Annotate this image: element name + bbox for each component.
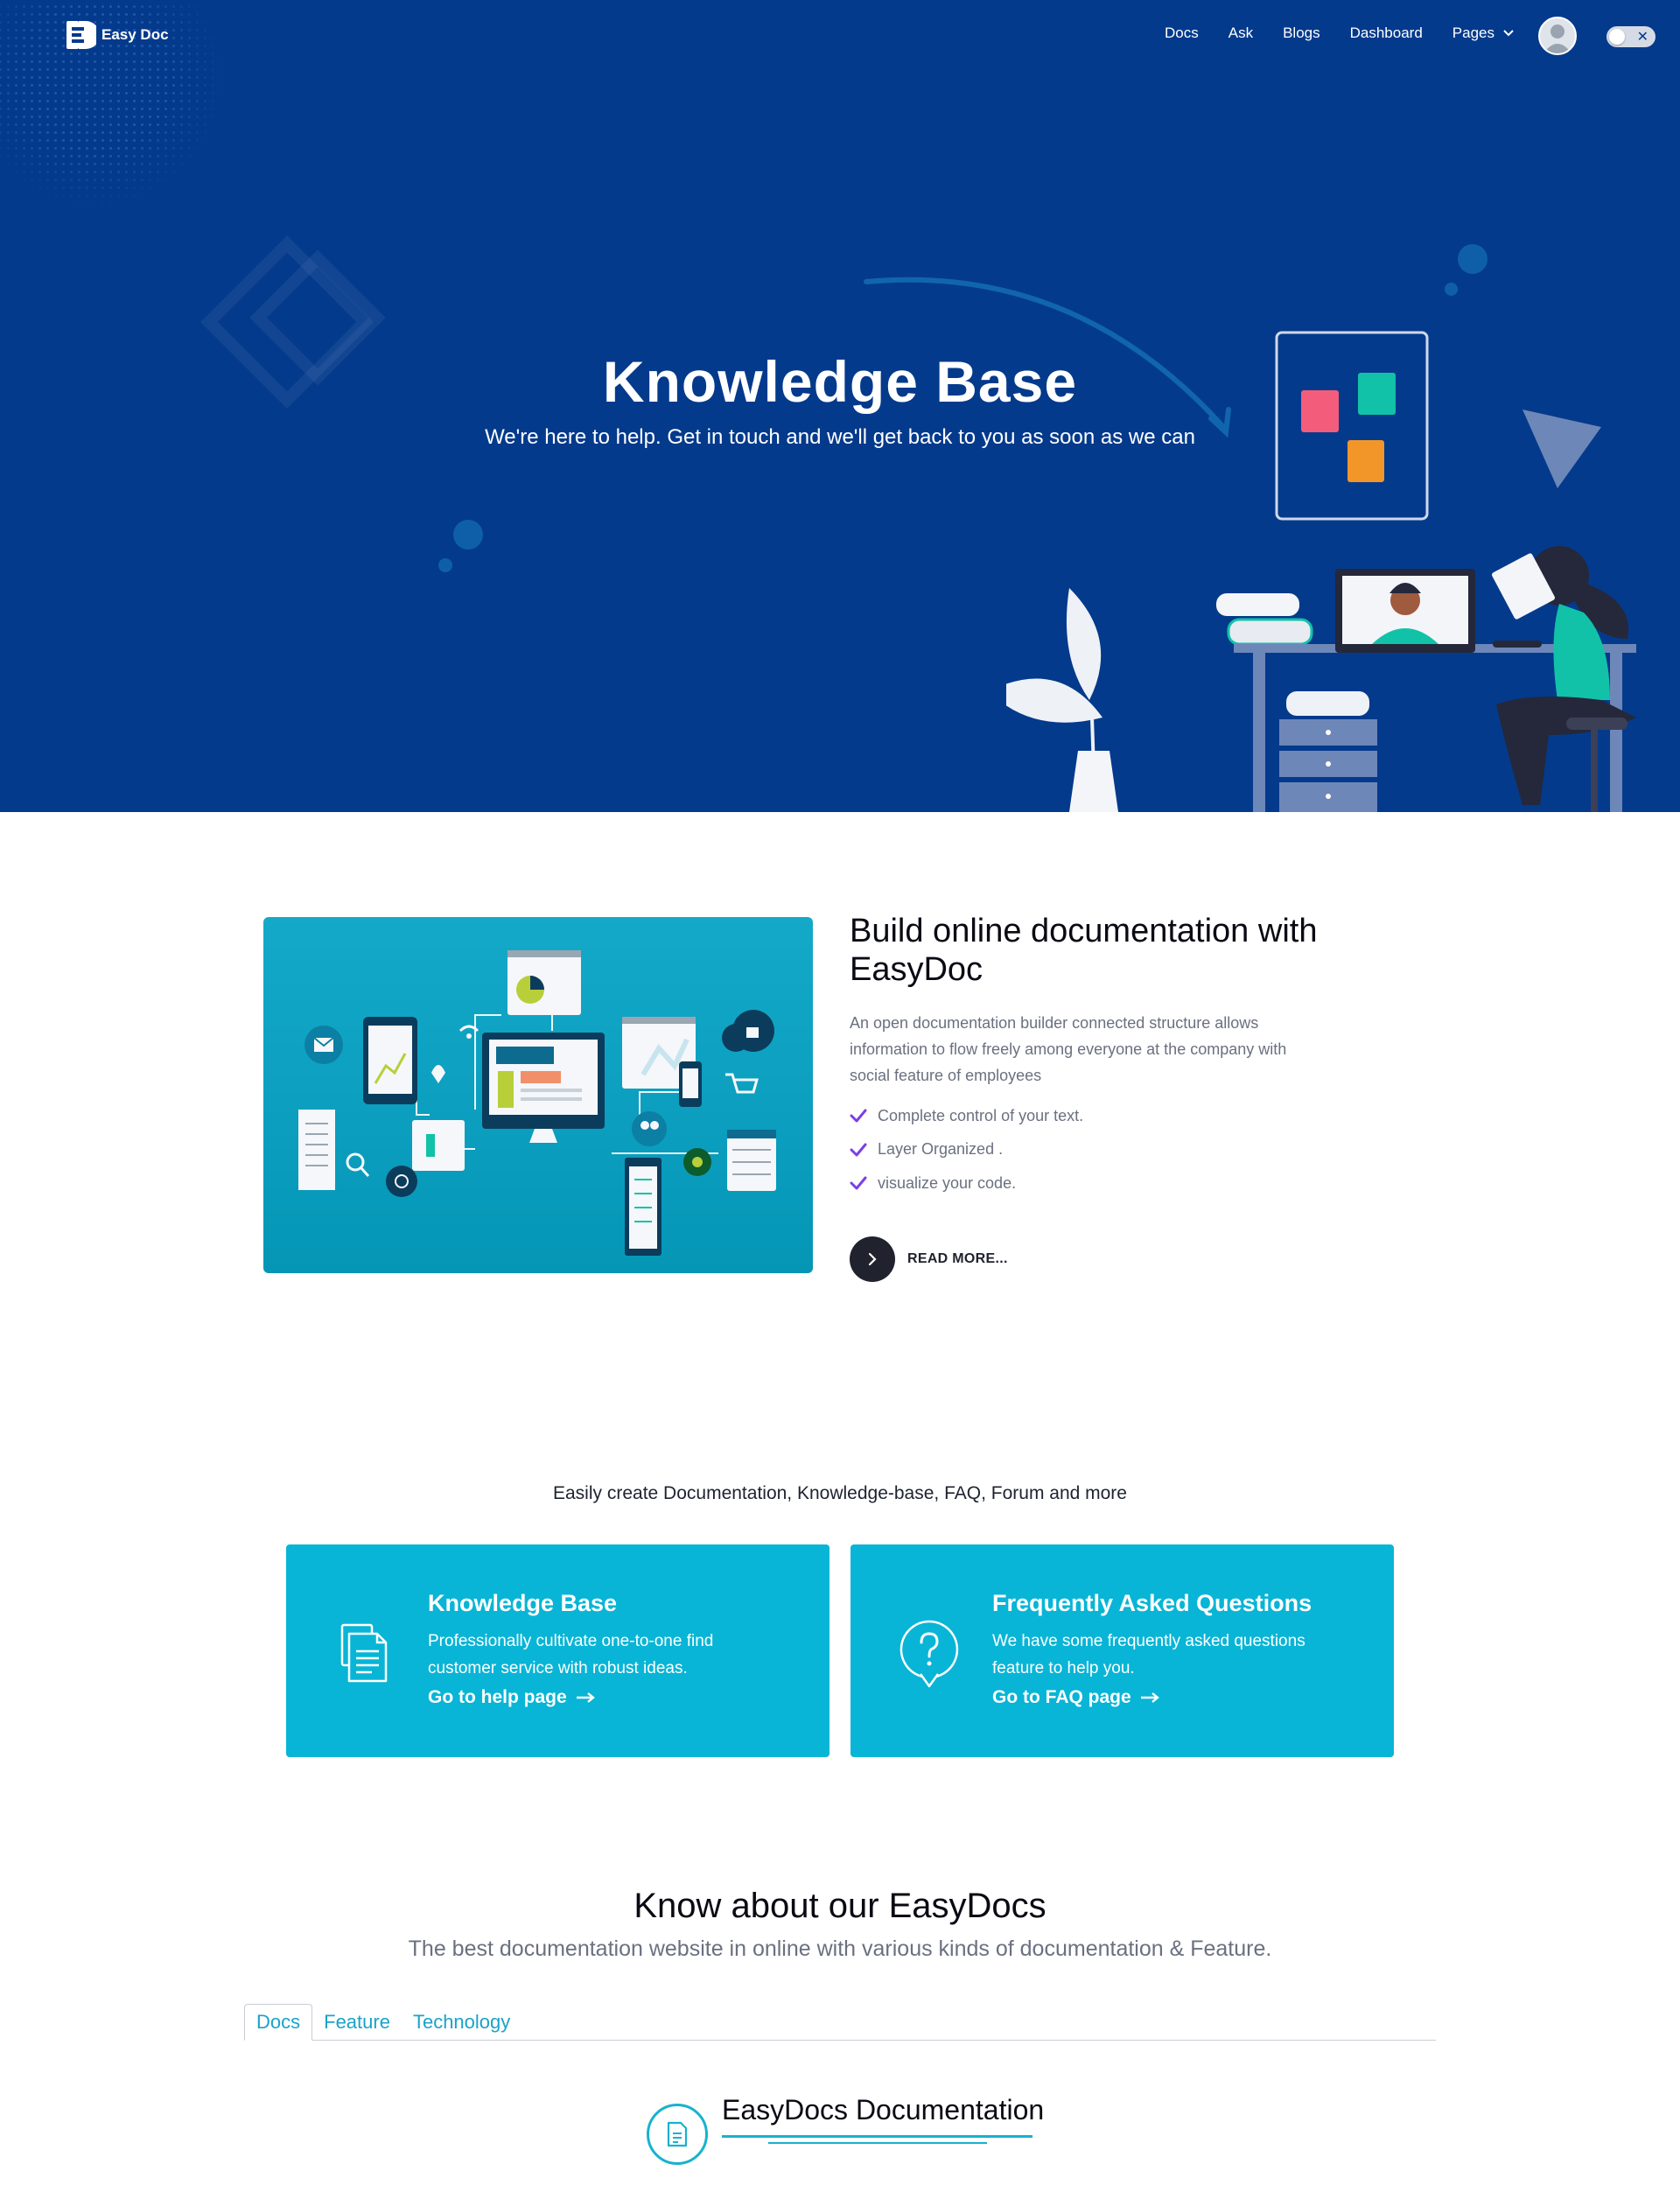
top-navbar: Easy Doc Docs Ask Blogs Dashboard Pages … [0,0,1680,72]
nav-ask[interactable]: Ask [1228,25,1253,42]
nav-pages[interactable]: Pages [1452,25,1514,42]
docs-tabs: Docs Feature Technology [244,2004,1436,2041]
checkmark-icon [850,1143,867,1157]
read-more-circle [850,1236,895,1282]
workspace-illustration [1006,331,1636,812]
tab-technology[interactable]: Technology [402,2004,522,2041]
card-title: Frequently Asked Questions [992,1590,1312,1616]
user-avatar[interactable] [1538,17,1577,55]
checklist-item: Complete control of your text. [850,1099,1083,1133]
read-more-label: READ MORE... [907,1251,1008,1266]
checkmark-icon [850,1109,867,1123]
build-description: An open documentation builder connected … [850,1014,1287,1084]
chevron-right-icon [868,1252,877,1266]
arrow-right-icon [576,1692,595,1703]
close-icon: ✕ [1636,30,1648,45]
services-heading: Easily create Documentation, Knowledge-b… [553,1483,1127,1503]
tab-docs[interactable]: Docs [244,2004,313,2041]
user-silhouette-icon [1544,25,1572,53]
card-title: Knowledge Base [428,1590,618,1616]
nav-pages-label: Pages [1452,25,1494,41]
feature-checklist: Complete control of your text. Layer Org… [850,1099,1083,1201]
read-more-button[interactable]: READ MORE... [850,1236,1008,1282]
card-link-label: Go to FAQ page [992,1687,1131,1707]
build-title: Build online documentation with EasyDoc [850,913,1318,988]
documentation-network-illustration [263,917,813,1273]
brand-name: Easy Doc [102,26,169,43]
bubble-decoration [453,520,483,550]
documentation-icon [647,2104,708,2165]
documentation-title[interactable]: EasyDocs Documentation [722,2094,1044,2126]
knowledge-base-card: Knowledge Base Professionally cultivate … [286,1544,830,1757]
title-underline-secondary [768,2142,987,2144]
document-stack-icon [340,1623,388,1683]
brand-logo[interactable]: Easy Doc [66,19,169,51]
go-to-help-page-link[interactable]: Go to help page [428,1687,595,1708]
know-subtitle: The best documentation website in online… [408,1936,1272,1961]
checklist-item: Layer Organized . [850,1133,1083,1167]
nav-dashboard[interactable]: Dashboard [1350,25,1423,42]
tab-feature[interactable]: Feature [312,2004,402,2041]
checkmark-icon [850,1176,867,1190]
nav-links: Docs Ask Blogs Dashboard Pages [1165,25,1514,42]
toggle-knob [1609,29,1625,45]
arrow-right-icon [1140,1692,1159,1703]
question-bubble-icon [900,1620,959,1688]
checklist-item: visualize your code. [850,1166,1083,1201]
card-description: We have some frequently asked questions … [992,1632,1306,1677]
card-link-label: Go to help page [428,1687,567,1707]
checklist-text: visualize your code. [878,1173,1017,1192]
network-devices-icon [298,950,776,1256]
dark-mode-toggle[interactable]: ✕ [1606,26,1656,47]
easy-doc-logo-icon [66,21,96,49]
hero-section: Easy Doc Docs Ask Blogs Dashboard Pages … [0,0,1680,812]
title-underline [722,2135,1032,2138]
faq-card: Frequently Asked Questions We have some … [850,1544,1394,1757]
go-to-faq-page-link[interactable]: Go to FAQ page [992,1687,1159,1708]
checklist-text: Complete control of your text. [878,1106,1084,1124]
chevron-down-icon [1503,30,1514,37]
file-text-icon [667,2121,688,2147]
know-title: Know about our EasyDocs [634,1887,1046,1925]
card-description: Professionally cultivate one-to-one find… [428,1632,714,1677]
bubble-decoration [438,558,452,572]
nav-docs[interactable]: Docs [1165,25,1199,42]
checklist-text: Layer Organized . [878,1140,1004,1159]
nav-blogs[interactable]: Blogs [1283,25,1320,42]
